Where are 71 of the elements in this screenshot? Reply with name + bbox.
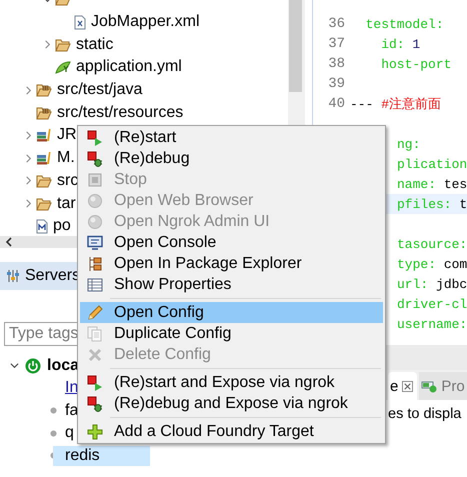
code-line: url: jdbc bbox=[397, 276, 467, 292]
menu-item[interactable]: Add a Cloud Foundry Target bbox=[80, 421, 383, 442]
line-number: 36 bbox=[328, 16, 345, 32]
pencil-icon bbox=[87, 304, 103, 320]
code-line: pfiles: t bbox=[397, 196, 467, 212]
menu-item[interactable]: (Re)debug and Expose via ngrok bbox=[80, 393, 383, 414]
scroll-left-icon[interactable] bbox=[5, 237, 13, 247]
tree-item[interactable]: tar bbox=[57, 194, 76, 213]
line-number: 37 bbox=[328, 36, 345, 52]
view-tab[interactable]: Pro bbox=[419, 372, 467, 400]
leaf-icon bbox=[55, 60, 71, 74]
tree-item[interactable]: src bbox=[57, 172, 78, 190]
tree-item[interactable]: po bbox=[53, 217, 71, 236]
menu-item[interactable]: (Re)start and Expose via ngrok bbox=[80, 372, 383, 393]
code-line: type: com bbox=[397, 256, 467, 272]
plus-icon bbox=[87, 424, 103, 440]
books-icon bbox=[36, 128, 52, 142]
stop-icon bbox=[87, 172, 103, 188]
code-line: tasource: bbox=[397, 236, 467, 252]
stop-play-icon bbox=[87, 374, 103, 390]
code-line: --- #注意前面 bbox=[350, 96, 442, 113]
globe-icon bbox=[87, 214, 103, 230]
menu-item[interactable]: Open Config bbox=[80, 302, 383, 323]
tree-item[interactable]: src/test/resources bbox=[57, 104, 184, 122]
document-icon bbox=[74, 14, 86, 30]
line-number: 39 bbox=[328, 76, 345, 92]
menu-item[interactable]: (Re)start bbox=[80, 127, 383, 148]
tree-item[interactable]: JR bbox=[57, 126, 77, 144]
scrollbar-thumb[interactable] bbox=[289, 0, 302, 92]
package-folder-icon bbox=[36, 106, 52, 120]
folder-icon bbox=[55, 38, 71, 52]
code-line: ng: bbox=[397, 136, 420, 152]
folder-icon bbox=[36, 196, 52, 211]
tree-item[interactable]: static bbox=[76, 36, 114, 54]
books-icon bbox=[36, 151, 52, 166]
tree-item[interactable]: application.yml bbox=[76, 58, 182, 76]
progress-icon bbox=[421, 379, 438, 393]
monitor-icon bbox=[87, 234, 103, 250]
document-icon bbox=[36, 218, 48, 234]
stop-bug-icon bbox=[87, 150, 103, 166]
bullet-icon bbox=[50, 430, 57, 437]
empty-message: es to displa bbox=[388, 406, 462, 422]
power-icon bbox=[25, 358, 41, 374]
globe-icon bbox=[87, 192, 103, 208]
line-number: 38 bbox=[328, 56, 345, 72]
stop-bug-icon bbox=[87, 396, 103, 412]
line-number: 40 bbox=[328, 96, 345, 112]
app-item[interactable]: redis bbox=[53, 446, 150, 466]
tree-item[interactable]: src/test/java bbox=[57, 81, 142, 100]
close-icon[interactable] bbox=[402, 380, 414, 392]
delete-icon bbox=[87, 346, 103, 362]
sliders-icon bbox=[6, 269, 20, 283]
menu-item[interactable]: (Re)debug bbox=[80, 148, 383, 169]
code-line: driver-cl bbox=[397, 296, 467, 312]
code-line: plication bbox=[397, 156, 467, 172]
package-folder-icon bbox=[36, 83, 52, 98]
pages-icon bbox=[87, 326, 103, 342]
tree-item[interactable]: M. bbox=[57, 149, 75, 168]
stop-play-icon bbox=[87, 130, 103, 146]
code-line: testmodel: bbox=[364, 16, 444, 32]
view-tab[interactable]: e bbox=[388, 372, 418, 400]
tree-item[interactable]: JobMapper.xml bbox=[91, 13, 200, 32]
hierarchy-icon bbox=[87, 256, 103, 272]
code-line: host-port bbox=[380, 56, 452, 72]
folder-icon bbox=[36, 174, 52, 188]
code-line: username: bbox=[397, 316, 467, 332]
bullet-icon bbox=[50, 407, 57, 414]
code-line: name: tes bbox=[397, 176, 467, 192]
code-line: id: 1 bbox=[380, 36, 420, 52]
table-icon bbox=[87, 276, 103, 292]
menu-item[interactable]: Open Console bbox=[80, 232, 383, 253]
